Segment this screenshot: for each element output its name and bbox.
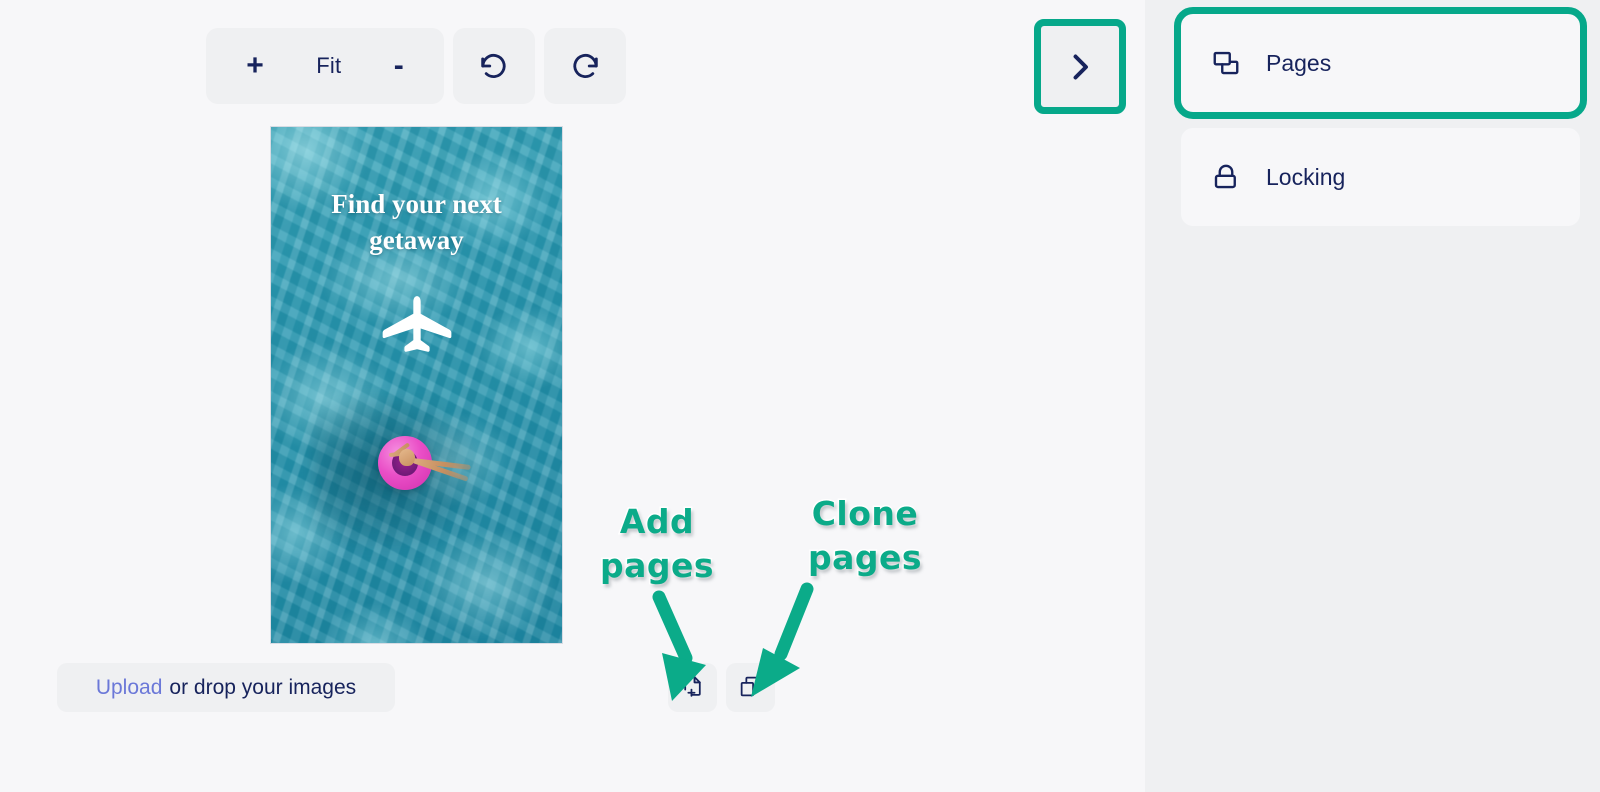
add-pages-annotation-label: Add pages (596, 500, 718, 587)
page-actions-group (668, 663, 775, 712)
chevron-right-icon (1062, 49, 1098, 85)
zoom-fit-button[interactable]: Fit (306, 47, 351, 85)
document-plus-icon (680, 674, 705, 702)
redo-icon (568, 49, 602, 83)
upload-hint-text: or drop your images (169, 675, 357, 699)
canvas-toolbar: + Fit - (206, 28, 626, 104)
clone-pages-annotation-label: Clone pages (800, 492, 930, 579)
swimmer-body (399, 449, 415, 466)
redo-group (544, 28, 626, 104)
editor-app: + Fit - Find your next getaway Upload or… (0, 0, 1600, 792)
right-side-panel: Pages Locking (1145, 0, 1600, 792)
upload-link[interactable]: Upload (96, 676, 163, 700)
undo-group (453, 28, 535, 104)
upload-drop-zone[interactable]: Upload or drop your images (57, 663, 395, 712)
clone-pages-annotation-line1: Clone (810, 493, 919, 535)
add-pages-annotation-line2: pages (598, 544, 715, 586)
lock-icon (1211, 162, 1241, 192)
artboard-page-preview[interactable]: Find your next getaway (270, 126, 563, 644)
zoom-in-button[interactable]: + (236, 45, 274, 87)
clone-pages-annotation-line2: pages (806, 536, 923, 578)
zoom-out-button[interactable]: - (384, 45, 414, 87)
undo-icon (477, 49, 511, 83)
sidebar-item-pages-label: Pages (1266, 49, 1332, 76)
swimmer-legs (412, 458, 471, 482)
sidebar-item-locking[interactable]: Locking (1181, 128, 1580, 226)
canvas-region: + Fit - Find your next getaway Upload or… (0, 0, 1145, 792)
sidebar-item-pages[interactable]: Pages (1174, 7, 1587, 119)
artboard-headline: Find your next getaway (331, 189, 502, 255)
pages-icon (1211, 48, 1241, 78)
redo-button[interactable] (558, 43, 612, 89)
panel-toggle-button[interactable] (1034, 19, 1126, 114)
clone-pages-button[interactable] (726, 663, 775, 712)
airplane-icon (381, 295, 453, 358)
add-pages-annotation-line1: Add (618, 501, 695, 543)
add-pages-button[interactable] (668, 663, 717, 712)
copy-pages-icon (738, 674, 763, 702)
zoom-control-group: + Fit - (206, 28, 444, 104)
sidebar-item-locking-label: Locking (1266, 163, 1346, 190)
undo-button[interactable] (467, 43, 521, 89)
